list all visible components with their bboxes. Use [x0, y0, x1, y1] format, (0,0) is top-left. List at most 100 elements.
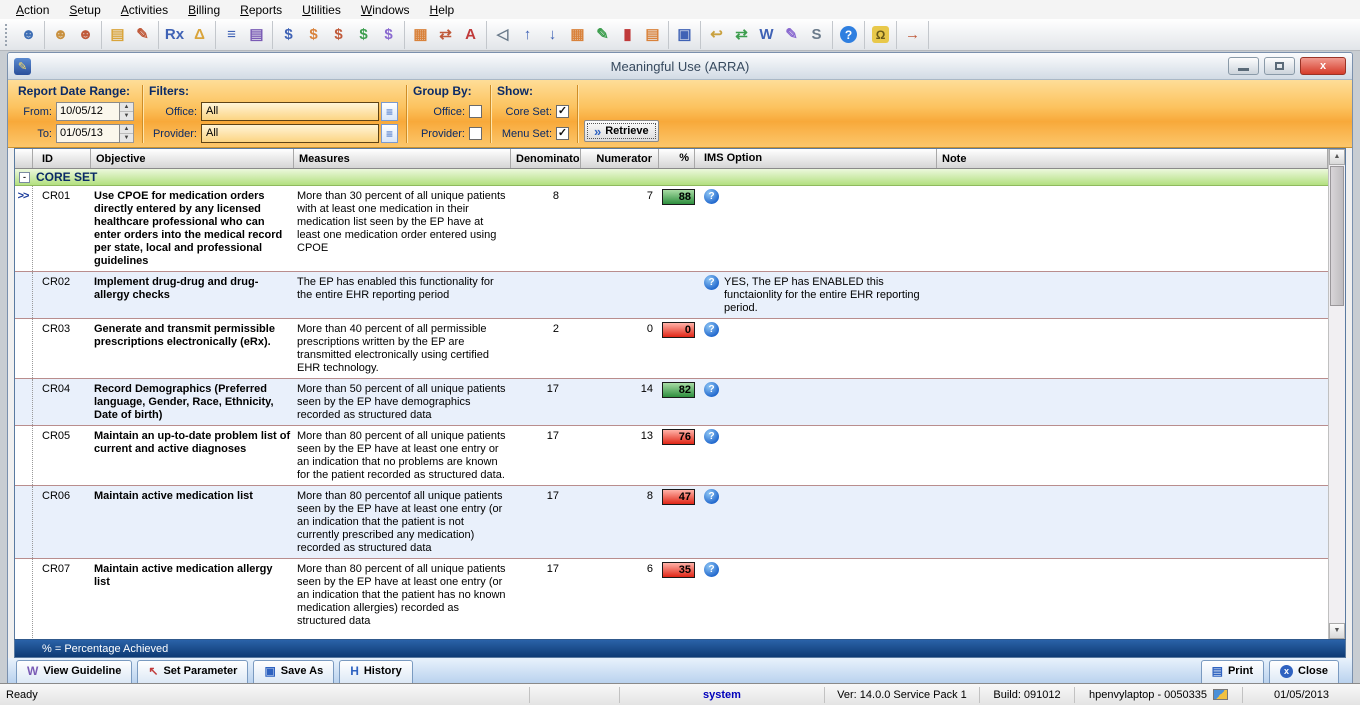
grid-row-cr02[interactable]: CR02Implement drug-drug and drug-allergy…	[15, 272, 1328, 319]
vertical-scrollbar[interactable]: ▲ ▼	[1328, 149, 1345, 639]
print-button[interactable]: ▤ Print	[1201, 660, 1264, 683]
provider-filter-input[interactable]: All	[201, 124, 379, 143]
toolbar-grip[interactable]	[5, 24, 9, 46]
view-guideline-button[interactable]: W View Guideline	[16, 660, 132, 683]
edit-patient-button[interactable]: ✎	[130, 22, 155, 47]
menu-item-action[interactable]: Action	[6, 3, 59, 17]
doc-note-button[interactable]: ≡	[219, 22, 244, 47]
help-button[interactable]: ?	[836, 22, 861, 47]
from-date-spinner[interactable]: ▲▼	[120, 102, 134, 121]
charges-dollar-button[interactable]: $	[276, 22, 301, 47]
menu-item-activities[interactable]: Activities	[111, 3, 178, 17]
scroll-down-icon[interactable]: ▼	[1329, 623, 1345, 639]
to-date-input[interactable]: 01/05/13	[56, 124, 120, 143]
grid-row-cr06[interactable]: CR06Maintain active medication listMore …	[15, 486, 1328, 559]
invoice-dollar-button[interactable]: $	[301, 22, 326, 47]
row-objective: Maintain an up-to-date problem list of c…	[91, 426, 294, 485]
transfer-button[interactable]: ⇄	[729, 22, 754, 47]
ims-help-icon[interactable]: ?	[704, 489, 719, 504]
history-button[interactable]: H History	[339, 660, 413, 683]
word-export-button[interactable]: W	[754, 22, 779, 47]
ims-help-icon[interactable]: ?	[704, 275, 719, 290]
refund-button[interactable]: $	[376, 22, 401, 47]
task-edit-button[interactable]: ✎	[590, 22, 615, 47]
scroll-up-icon[interactable]: ▲	[1329, 149, 1345, 165]
column-header-id[interactable]: ID	[33, 149, 91, 168]
grid-row-cr05[interactable]: CR05Maintain an up-to-date problem list …	[15, 426, 1328, 486]
appointment-calendar-button[interactable]: ▦	[565, 22, 590, 47]
menu-item-windows[interactable]: Windows	[351, 3, 420, 17]
lock-button[interactable]: Ω	[868, 22, 893, 47]
grid-row-cr07[interactable]: CR07Maintain active medication allergy l…	[15, 559, 1328, 639]
spell-check-button[interactable]: A	[458, 22, 483, 47]
column-header-numerator[interactable]: Numerator	[581, 149, 659, 168]
menu-item-billing[interactable]: Billing	[178, 3, 230, 17]
patient-check-out-button[interactable]: ☻	[73, 22, 98, 47]
column-header-%[interactable]: %	[659, 149, 695, 168]
minimize-button[interactable]	[1228, 57, 1259, 75]
provider-lookup-button[interactable]: ≡	[381, 124, 398, 143]
menu-item-reports[interactable]: Reports	[230, 3, 292, 17]
ims-help-icon[interactable]: ?	[704, 562, 719, 577]
clipboard-copy-button[interactable]: ▣	[672, 22, 697, 47]
patient-balance-button[interactable]: $	[326, 22, 351, 47]
set-parameter-button[interactable]: ↖ Set Parameter	[137, 660, 248, 683]
receive-claims-button[interactable]: ↓	[540, 22, 565, 47]
column-header-ims-option[interactable]: IMS Option	[695, 149, 937, 168]
ims-help-icon[interactable]: ?	[704, 189, 719, 204]
core-set-checkbox[interactable]: ✓	[556, 105, 569, 118]
patient-flow-button[interactable]: ⇄	[433, 22, 458, 47]
menu-item-help[interactable]: Help	[420, 3, 465, 17]
column-header-measures[interactable]: Measures	[294, 149, 511, 168]
lab-flask-button[interactable]: Δ	[187, 22, 212, 47]
row-indicator	[15, 559, 33, 639]
group-provider-checkbox[interactable]	[469, 127, 482, 140]
office-filter-input[interactable]: All	[201, 102, 379, 121]
column-header-note[interactable]: Note	[937, 149, 1328, 168]
row-percent: 76	[659, 426, 695, 485]
percent-badge: 0	[662, 322, 695, 338]
menu-set-checkbox[interactable]: ✓	[556, 127, 569, 140]
retrieve-button[interactable]: » Retrieve	[584, 120, 659, 142]
restore-button[interactable]	[1264, 57, 1295, 75]
toolbar-group: →	[897, 21, 929, 49]
open-chart-folder-button[interactable]: ▤	[105, 22, 130, 47]
send-claims-button[interactable]: ↑	[515, 22, 540, 47]
designer-button[interactable]: ✎	[779, 22, 804, 47]
grid-row-cr03[interactable]: CR03Generate and transmit permissible pr…	[15, 319, 1328, 379]
progress-notes-button[interactable]: ▤	[244, 22, 269, 47]
close-window-button[interactable]: x	[1300, 57, 1346, 75]
collapse-icon[interactable]: -	[19, 172, 30, 183]
office-lookup-button[interactable]: ≡	[381, 102, 398, 121]
ims-help-icon[interactable]: ?	[704, 322, 719, 337]
ims-help-icon[interactable]: ?	[704, 382, 719, 397]
grid-row-cr01[interactable]: >>CR01Use CPOE for medication orders dir…	[15, 186, 1328, 272]
menu-item-utilities[interactable]: Utilities	[292, 3, 351, 17]
patient-button[interactable]: ☻	[16, 22, 41, 47]
close-button[interactable]: x Close	[1269, 660, 1339, 683]
patient-check-in-button[interactable]: ☻	[48, 22, 73, 47]
scanner-button[interactable]: ◁	[490, 22, 515, 47]
group-row-core-set[interactable]: - CORE SET	[15, 169, 1328, 186]
scheduler-calendar-button[interactable]: ▦	[408, 22, 433, 47]
column-header-denominator[interactable]: Denominator	[511, 149, 581, 168]
to-date-spinner[interactable]: ▲▼	[120, 124, 134, 143]
column-header-indicator[interactable]	[15, 149, 33, 168]
window-title-bar[interactable]: ✎ Meaningful Use (ARRA) x	[8, 53, 1352, 80]
statement-button[interactable]: S	[804, 22, 829, 47]
exit-button[interactable]: →	[900, 22, 925, 47]
ims-help-icon[interactable]: ?	[704, 429, 719, 444]
collections-button[interactable]: $	[351, 22, 376, 47]
return-button[interactable]: ↩	[704, 22, 729, 47]
grid-row-cr04[interactable]: CR04Record Demographics (Preferred langu…	[15, 379, 1328, 426]
reports-chart-button[interactable]: ▮	[615, 22, 640, 47]
group-office-checkbox[interactable]	[469, 105, 482, 118]
column-header-objective[interactable]: Objective	[91, 149, 294, 168]
menu-item-setup[interactable]: Setup	[59, 3, 110, 17]
from-date-input[interactable]: 10/05/12	[56, 102, 120, 121]
save-as-button[interactable]: ▣ Save As	[253, 660, 334, 683]
patient-folder-button[interactable]: ▤	[640, 22, 665, 47]
prescription-rx-button[interactable]: Rx	[162, 22, 187, 47]
scrollbar-thumb[interactable]	[1330, 166, 1344, 306]
group-by-section: Group By: Office: Provider:	[409, 83, 488, 145]
